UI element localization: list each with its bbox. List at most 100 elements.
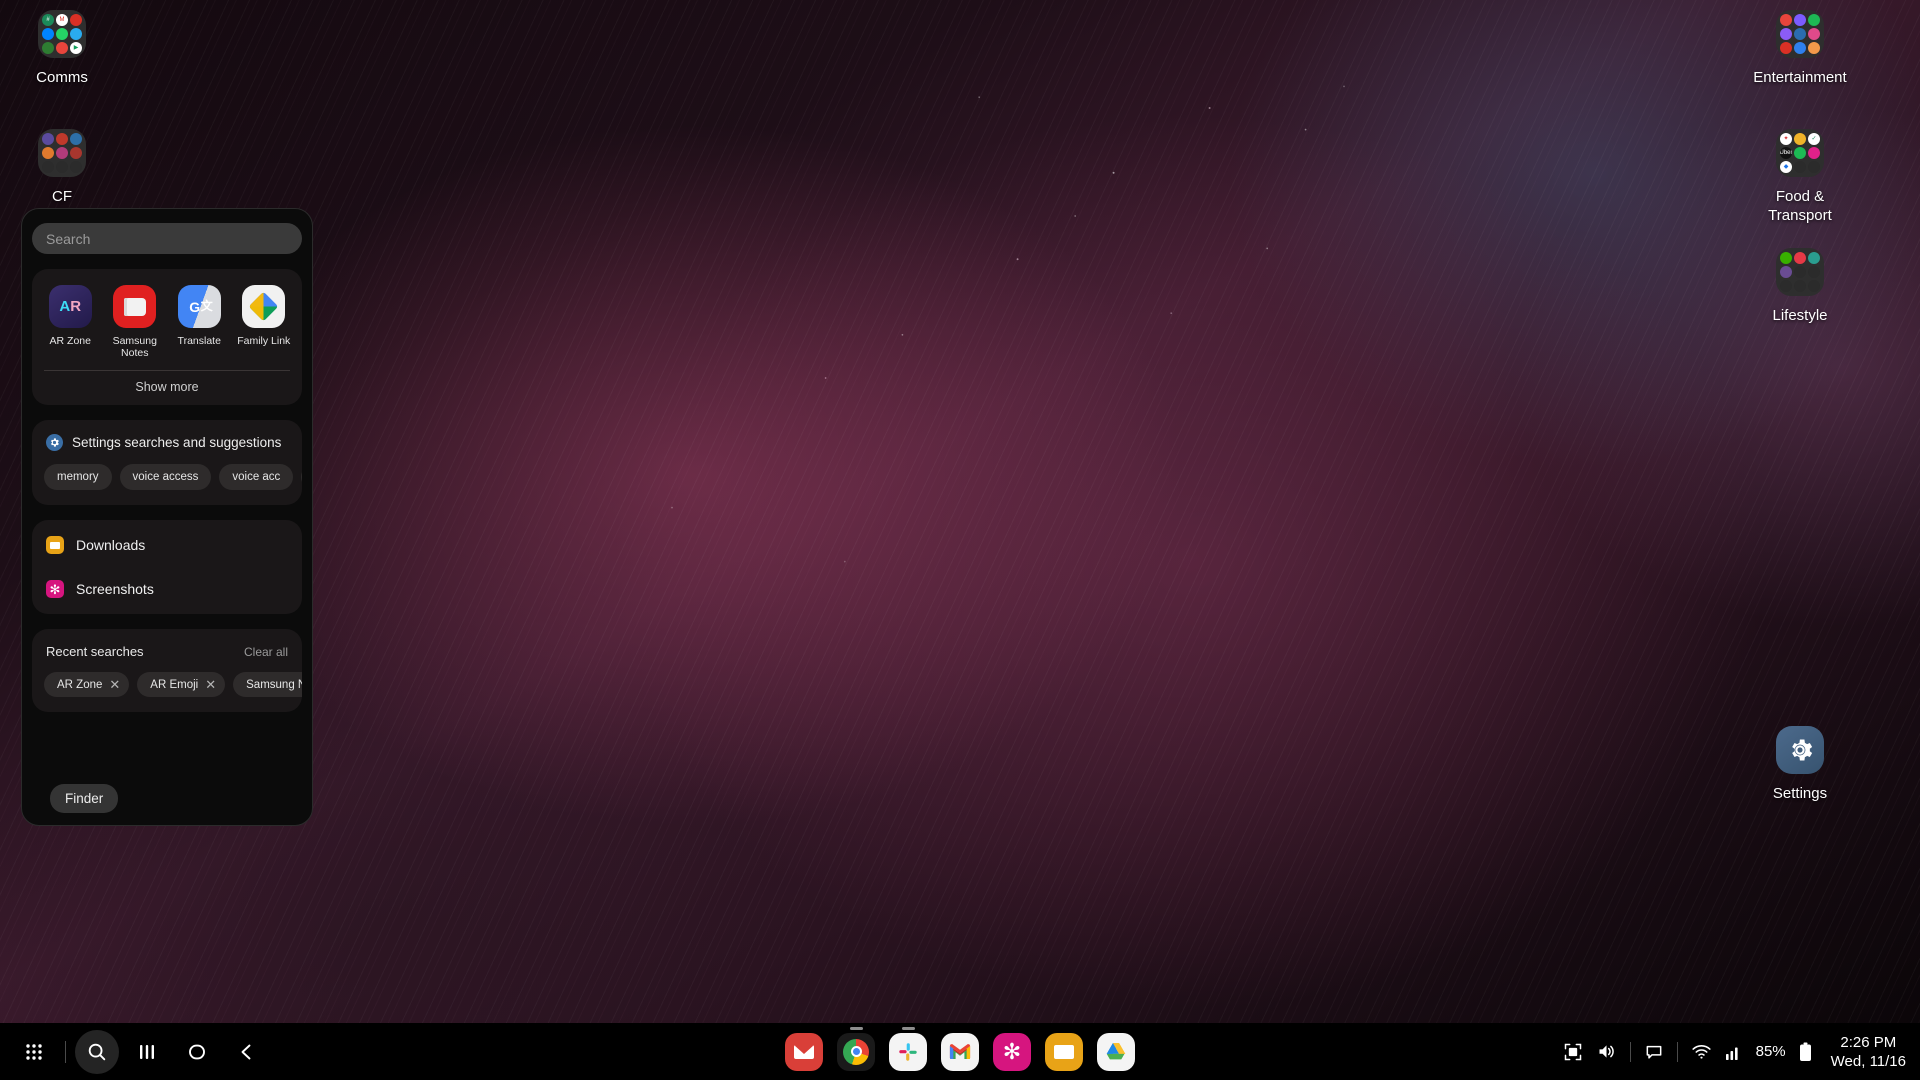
quick-link-label: Downloads xyxy=(76,537,146,553)
settings-suggestions-card: Settings searches and suggestions memory… xyxy=(32,420,302,505)
desktop-folder-cf[interactable]: CF xyxy=(7,129,117,206)
folder-icon-entertainment xyxy=(1776,10,1824,58)
quick-link-screenshots[interactable]: ✻ Screenshots xyxy=(32,567,302,611)
taskbar-nav-group xyxy=(0,1029,269,1074)
clock-time: 2:26 PM xyxy=(1840,1033,1897,1051)
desktop-folder-label: Lifestyle xyxy=(1772,307,1828,324)
clear-all-button[interactable]: Clear all xyxy=(244,645,288,659)
taskbar-app-my-files[interactable] xyxy=(1045,1032,1083,1071)
recents-icon[interactable] xyxy=(125,1030,169,1074)
app-suggestions-card: AR AR Zone Samsung Notes G 文 Translate F… xyxy=(32,269,302,405)
gmail-icon xyxy=(941,1032,979,1071)
message-bubble-icon[interactable] xyxy=(1644,1042,1664,1062)
recent-searches-title: Recent searches xyxy=(46,644,144,659)
clock[interactable]: 2:26 PM Wed, 11/16 xyxy=(1831,1033,1906,1071)
recent-chip-label: Samsung Note xyxy=(246,678,302,691)
folder-icon-lifestyle xyxy=(1776,248,1824,296)
recent-search-chip[interactable]: Samsung Note xyxy=(233,672,302,697)
app-item-translate[interactable]: G 文 Translate xyxy=(167,285,232,359)
recent-searches-card: Recent searches Clear all AR Zone ✕ AR E… xyxy=(32,629,302,712)
desktop-icon-label: Settings xyxy=(1772,785,1828,802)
taskbar: ✻ 85% 2:26 PM Wed, 11/16 xyxy=(0,1023,1920,1080)
wifi-icon[interactable] xyxy=(1691,1041,1712,1062)
system-tray: 85% 2:26 PM Wed, 11/16 xyxy=(1563,1033,1906,1071)
close-icon[interactable]: ✕ xyxy=(205,678,216,691)
app-item-family-link[interactable]: Family Link xyxy=(232,285,297,359)
taskbar-app-email[interactable] xyxy=(785,1032,823,1071)
divider xyxy=(1676,1041,1678,1062)
settings-suggestion-chips: memory voice access voice acc ma xyxy=(32,451,302,505)
app-label: AR Zone xyxy=(49,335,91,347)
desktop-icon-settings[interactable]: Settings xyxy=(1745,726,1855,803)
quick-link-label: Screenshots xyxy=(76,581,154,597)
recent-search-chip[interactable]: AR Zone ✕ xyxy=(44,672,130,697)
samsung-notes-icon xyxy=(113,285,157,328)
google-translate-icon: G 文 xyxy=(177,285,221,328)
suggestion-chip[interactable]: memory xyxy=(44,464,112,490)
gallery-icon: ✻ xyxy=(46,580,64,598)
ar-zone-icon: AR xyxy=(48,285,92,328)
home-icon[interactable] xyxy=(175,1030,219,1074)
taskbar-app-google-drive[interactable] xyxy=(1097,1032,1135,1071)
apps-grid-icon[interactable] xyxy=(12,1030,56,1074)
finder-panel: AR AR Zone Samsung Notes G 文 Translate xyxy=(21,208,313,826)
folder-icon xyxy=(46,536,64,554)
divider xyxy=(1629,1041,1631,1062)
desktop-folder-food-transport[interactable]: ✦ ✓ Uber ◆ Food & Transport xyxy=(1745,129,1855,225)
app-suggestions-row: AR AR Zone Samsung Notes G 文 Translate F… xyxy=(32,269,302,361)
google-drive-icon xyxy=(1097,1032,1135,1071)
desktop-folder-lifestyle[interactable]: Lifestyle xyxy=(1745,248,1855,325)
suggestion-chip[interactable]: voice acc xyxy=(219,464,294,490)
battery-percent: 85% xyxy=(1755,1043,1786,1060)
recent-chip-label: AR Emoji xyxy=(150,678,199,691)
cellular-signal-icon[interactable] xyxy=(1725,1043,1743,1061)
app-label: Family Link xyxy=(237,335,291,347)
samsung-email-icon xyxy=(785,1032,823,1071)
folder-icon-food-transport: ✦ ✓ Uber ◆ xyxy=(1776,129,1824,177)
app-label: Samsung Notes xyxy=(112,335,157,359)
volume-icon[interactable] xyxy=(1596,1041,1617,1062)
divider xyxy=(65,1040,66,1063)
taskbar-app-gallery[interactable]: ✻ xyxy=(993,1032,1031,1071)
app-label: Translate xyxy=(177,335,221,347)
running-indicator xyxy=(849,1026,863,1030)
running-indicator xyxy=(901,1026,915,1030)
clock-date: Wed, 11/16 xyxy=(1830,1052,1906,1070)
taskbar-apps: ✻ xyxy=(785,1026,1135,1071)
app-item-ar-zone[interactable]: AR AR Zone xyxy=(38,285,103,359)
desktop-folder-label: Comms xyxy=(36,69,88,86)
search-bar[interactable] xyxy=(32,223,302,254)
taskbar-app-slack[interactable] xyxy=(889,1026,927,1071)
gear-icon xyxy=(46,434,63,451)
desktop-folder-label: CF xyxy=(52,188,72,205)
desktop-folder-entertainment[interactable]: Entertainment xyxy=(1745,10,1855,87)
recent-searches-header: Recent searches Clear all xyxy=(32,629,302,659)
search-icon[interactable] xyxy=(75,1029,119,1074)
battery-icon[interactable] xyxy=(1799,1042,1812,1062)
back-icon[interactable] xyxy=(225,1030,269,1074)
desktop-folder-label: Entertainment xyxy=(1753,69,1847,86)
app-item-samsung-notes[interactable]: Samsung Notes xyxy=(103,285,168,359)
finder-button[interactable]: Finder xyxy=(50,784,119,813)
my-files-icon xyxy=(1045,1032,1083,1071)
chrome-icon xyxy=(837,1032,875,1071)
show-more-button[interactable]: Show more xyxy=(32,371,302,405)
quick-link-downloads[interactable]: Downloads xyxy=(32,523,302,567)
quick-links-card: Downloads ✻ Screenshots xyxy=(32,520,302,614)
settings-suggestions-header: Settings searches and suggestions xyxy=(32,420,302,451)
taskbar-app-chrome[interactable] xyxy=(837,1026,875,1071)
folder-icon-comms: # M ▶ xyxy=(38,10,86,58)
taskbar-app-gmail[interactable] xyxy=(941,1032,979,1071)
family-link-icon xyxy=(242,285,286,328)
screenshot-icon[interactable] xyxy=(1563,1042,1583,1062)
recent-chip-label: AR Zone xyxy=(57,678,103,691)
search-input[interactable] xyxy=(46,230,288,247)
suggestion-chip[interactable]: voice access xyxy=(119,464,212,490)
gear-icon xyxy=(1776,726,1824,774)
close-icon[interactable]: ✕ xyxy=(109,678,120,691)
suggestion-chip[interactable]: ma xyxy=(301,464,302,490)
gallery-icon: ✻ xyxy=(993,1032,1031,1071)
recent-search-chip[interactable]: AR Emoji ✕ xyxy=(137,672,226,697)
desktop-folder-label: Food & Transport xyxy=(1768,188,1832,224)
desktop-folder-comms[interactable]: # M ▶ Comms xyxy=(7,10,117,87)
